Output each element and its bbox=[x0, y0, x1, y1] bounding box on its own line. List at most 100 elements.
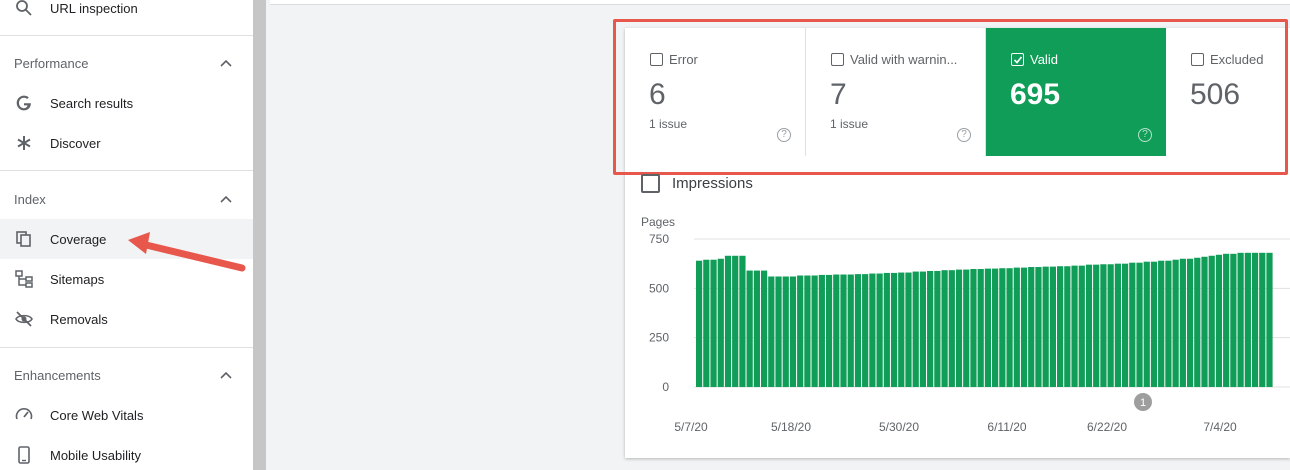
bar bbox=[739, 255, 746, 387]
bar bbox=[1121, 263, 1129, 387]
section-index[interactable]: Index bbox=[0, 182, 253, 218]
bar bbox=[1259, 252, 1266, 387]
bar bbox=[1057, 266, 1064, 387]
y-tick-label: 500 bbox=[649, 281, 669, 295]
bar bbox=[732, 255, 739, 387]
bar bbox=[1114, 263, 1121, 387]
sidebar-item-label: Sitemaps bbox=[50, 271, 105, 287]
bar bbox=[1028, 267, 1035, 387]
sidebar-item-label: Core Web Vitals bbox=[50, 407, 144, 423]
bar bbox=[804, 275, 811, 387]
bar bbox=[854, 274, 862, 387]
bar bbox=[1266, 252, 1273, 387]
bar bbox=[1020, 267, 1028, 387]
sidebar-item-label: URL inspection bbox=[50, 0, 138, 16]
section-title: Performance bbox=[14, 56, 89, 71]
bar bbox=[1223, 253, 1230, 387]
sidebar-item-discover[interactable]: Discover bbox=[0, 123, 253, 163]
divider bbox=[0, 35, 253, 36]
bar bbox=[970, 268, 977, 387]
bar bbox=[703, 259, 710, 387]
bar bbox=[927, 270, 934, 387]
bar bbox=[833, 274, 840, 387]
sidebar-item-removals[interactable]: Removals bbox=[0, 299, 253, 339]
bar bbox=[710, 259, 717, 387]
chevron-up-icon[interactable] bbox=[219, 370, 233, 380]
chevron-up-icon[interactable] bbox=[219, 58, 233, 68]
bar bbox=[1194, 257, 1201, 387]
annotation-arrow-icon bbox=[128, 232, 246, 272]
bar bbox=[775, 276, 782, 387]
sidebar-item-search-results[interactable]: Search results bbox=[0, 83, 253, 123]
search-icon bbox=[16, 0, 32, 16]
bar bbox=[1129, 262, 1136, 387]
x-tick-label: 5/18/20 bbox=[771, 420, 811, 434]
bar bbox=[760, 270, 768, 387]
sidebar-item-label: Search results bbox=[50, 95, 134, 111]
bar bbox=[869, 273, 876, 387]
sitemap-icon bbox=[15, 270, 33, 288]
bar bbox=[840, 274, 847, 387]
divider bbox=[0, 170, 253, 171]
bar bbox=[782, 276, 789, 387]
x-tick-label: 5/30/20 bbox=[879, 420, 919, 434]
x-tick-label: 6/22/20 bbox=[1087, 420, 1127, 434]
impressions-label: Impressions bbox=[672, 174, 753, 192]
bar bbox=[1071, 265, 1078, 387]
bar bbox=[1042, 266, 1049, 387]
bar bbox=[955, 269, 963, 387]
sidebar-item-label: Mobile Usability bbox=[50, 447, 142, 463]
bar bbox=[984, 268, 992, 387]
sidebar-item-url-inspection[interactable]: URL inspection bbox=[0, 0, 253, 28]
bar bbox=[898, 272, 905, 387]
bar bbox=[1172, 259, 1179, 387]
bar bbox=[818, 274, 825, 387]
bar bbox=[948, 270, 955, 387]
bar bbox=[1179, 258, 1186, 387]
bar bbox=[1093, 264, 1100, 387]
chevron-up-icon[interactable] bbox=[219, 194, 233, 204]
sidebar-item-label: Coverage bbox=[50, 231, 107, 247]
bar bbox=[1165, 260, 1172, 387]
y-tick-label: 0 bbox=[662, 380, 669, 394]
bar bbox=[1078, 265, 1085, 387]
bar bbox=[905, 272, 912, 387]
bar bbox=[717, 258, 724, 387]
sidebar-item-mobile-usability[interactable]: Mobile Usability bbox=[0, 435, 253, 470]
sidebar-item-label: Removals bbox=[50, 311, 108, 327]
bar bbox=[912, 271, 919, 387]
bar bbox=[1143, 261, 1150, 387]
section-title: Index bbox=[14, 192, 46, 207]
impressions-checkbox[interactable] bbox=[641, 173, 660, 193]
bar bbox=[934, 270, 941, 387]
bar bbox=[1085, 264, 1093, 387]
smartphone-icon bbox=[18, 446, 30, 464]
sidebar-item-core-web-vitals[interactable]: Core Web Vitals bbox=[0, 395, 253, 435]
y-tick-label: 250 bbox=[649, 331, 669, 345]
section-title: Enhancements bbox=[14, 368, 101, 383]
pages-bar-chart: Pages 0 250 500 750 5/7/20 5/18/20 5/30/20 6/11/… bbox=[641, 215, 1290, 434]
speed-gauge-icon bbox=[15, 408, 33, 420]
bar bbox=[1251, 252, 1259, 387]
bar bbox=[1158, 260, 1165, 387]
bar bbox=[977, 268, 984, 387]
highlight-rectangle bbox=[613, 19, 1288, 175]
bar bbox=[1201, 256, 1208, 387]
bar bbox=[825, 274, 833, 387]
bar bbox=[1208, 255, 1215, 387]
impressions-toggle[interactable]: Impressions bbox=[641, 173, 753, 193]
bar bbox=[1150, 261, 1158, 387]
section-enhancements[interactable]: Enhancements bbox=[0, 358, 253, 394]
bar bbox=[1006, 268, 1013, 387]
bar bbox=[789, 276, 797, 387]
bar bbox=[811, 275, 818, 387]
bar bbox=[696, 260, 703, 387]
bar bbox=[999, 268, 1006, 387]
bar bbox=[963, 269, 970, 387]
top-card bbox=[270, 0, 1290, 5]
file-copy-icon bbox=[16, 231, 31, 247]
sidebar-scrollbar[interactable] bbox=[253, 0, 266, 470]
bar bbox=[1237, 252, 1244, 387]
section-performance[interactable]: Performance bbox=[0, 46, 253, 82]
asterisk-icon bbox=[17, 136, 31, 150]
